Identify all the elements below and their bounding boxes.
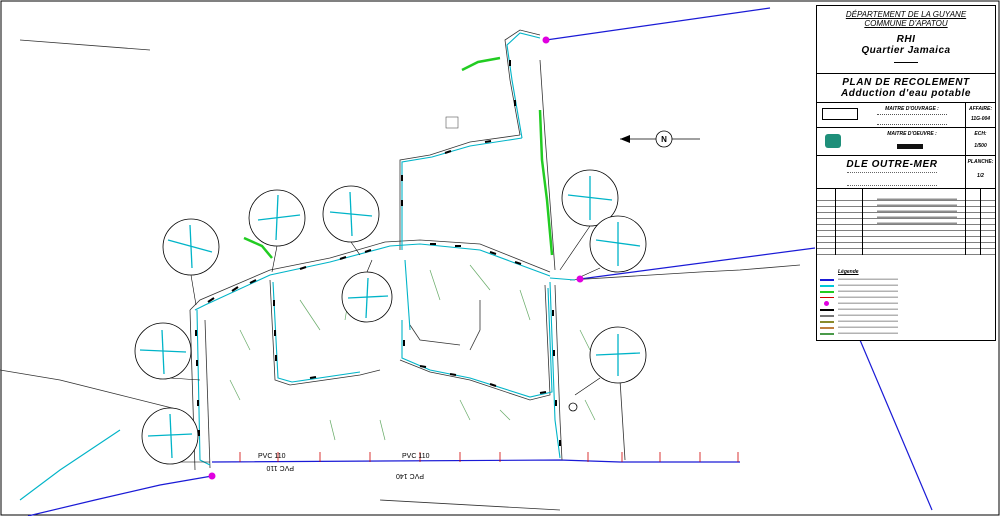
project-quartier: Quartier Jamaica (861, 45, 951, 56)
planche-cell: PLANCHE: 1/2 (965, 156, 995, 189)
rev-col-divider-3 (965, 189, 966, 255)
department-text: DÉPARTEMENT DE LA GUYANE (845, 10, 967, 19)
echelle-cell: ECH: 1/500 (965, 128, 995, 156)
echelle-value: 1/500 (974, 143, 987, 149)
legend-swatch (820, 315, 834, 317)
callout-pipe-details (139, 176, 641, 459)
affaire-label: AFFAIRE: (968, 106, 993, 112)
legend-swatch (820, 297, 834, 298)
maitre-oeuvre-label: MAITRE D'OEUVRE : (887, 131, 937, 137)
plan-title-2: Adduction d'eau potable (840, 88, 972, 99)
legend-swatch (820, 291, 834, 293)
road-outlines (0, 29, 801, 511)
legend-swatch (820, 321, 834, 323)
project-rhi: RHI (896, 34, 916, 45)
pipe-label-3: PVC 110 (402, 453, 430, 460)
legend-title: Légende (838, 269, 859, 275)
revision-entries (877, 197, 957, 227)
rev-col-divider-2 (862, 189, 863, 255)
legend-swatch (820, 285, 834, 287)
company-name: DLE OUTRE-MER (846, 159, 938, 170)
legend-entries-text (838, 277, 898, 337)
affaire-value: 11G-004 (970, 116, 991, 122)
fittings (195, 60, 561, 446)
title-divider (894, 62, 918, 63)
maitre-ouvrage-label: MAITRE D'OUVRAGE : (885, 106, 939, 112)
legend-swatch (820, 333, 834, 335)
commune-text: COMMUNE D'APATOU (864, 19, 948, 28)
company-section: DLE OUTRE-MER PLANCHE: 1/2 (817, 156, 995, 189)
title-header: DÉPARTEMENT DE LA GUYANE COMMUNE D'APATO… (817, 6, 995, 74)
callout-leaders (169, 225, 601, 463)
maitre-oeuvre-section: MAITRE D'OEUVRE : ECH: 1/500 (817, 128, 995, 156)
north-letter: N (661, 135, 667, 144)
valve-symbol (568, 402, 578, 412)
detail-callouts (134, 169, 647, 465)
planche-label: PLANCHE: (967, 159, 994, 165)
legend-swatch (820, 279, 834, 281)
pipe-label-1: PVC 110 (258, 453, 286, 460)
magenta-nodes (208, 36, 584, 480)
pipe-label-2: PVC 110 (266, 464, 294, 471)
building-outline (445, 116, 459, 129)
legend-swatch (824, 301, 829, 306)
north-arrow (620, 130, 700, 148)
client-address (877, 114, 947, 125)
rev-col-divider-4 (980, 189, 981, 255)
echelle-label: ECH: (974, 131, 987, 137)
cyan-network-lines (19, 32, 576, 501)
legend-swatch (820, 309, 834, 311)
moe-stamp (897, 144, 923, 149)
service-branches (229, 264, 596, 441)
maitre-ouvrage-section: MAITRE D'OUVRAGE : AFFAIRE: 11G-004 (817, 103, 995, 128)
plan-title-section: PLAN DE RECOLEMENT Adduction d'eau potab… (817, 74, 995, 103)
legend-swatch (820, 327, 834, 329)
plan-title-1: PLAN DE RECOLEMENT (842, 77, 970, 88)
client-logo-box (822, 108, 858, 120)
pipe-label-4: PVC 140 (396, 472, 424, 479)
affaire-cell: AFFAIRE: 11G-004 (965, 103, 995, 128)
company-address (847, 172, 937, 186)
planche-value: 1/2 (977, 173, 984, 179)
moe-logo (825, 134, 841, 148)
rev-col-divider-1 (835, 189, 836, 255)
revision-table (817, 189, 995, 255)
legend: Légende (816, 266, 996, 341)
